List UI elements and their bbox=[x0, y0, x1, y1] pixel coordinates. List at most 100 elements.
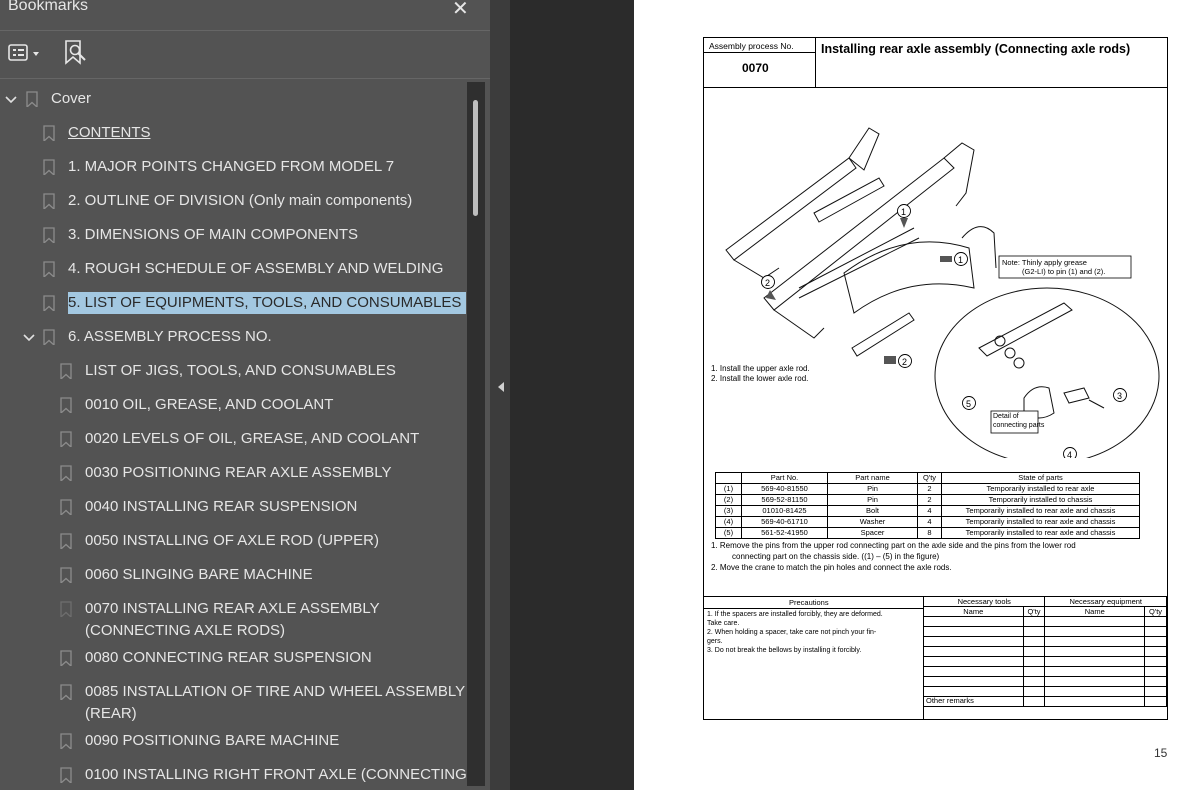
callout-2a: 2 bbox=[765, 278, 771, 288]
cell: Pin bbox=[827, 483, 918, 495]
panel-splitter[interactable] bbox=[490, 0, 510, 790]
chevron-left-icon bbox=[498, 382, 504, 392]
step-b1: 1. Remove the pins from the upper rod co… bbox=[711, 541, 1076, 550]
document-page: Assembly process No. 0070 Installing rea… bbox=[634, 0, 1200, 790]
callout-5: 5 bbox=[966, 399, 972, 409]
bookmark-item[interactable]: 0080 CONNECTING REAR SUSPENSION bbox=[0, 647, 466, 671]
callout-1b: 1 bbox=[958, 255, 964, 265]
bookmark-options-button[interactable] bbox=[8, 41, 44, 65]
bookmark-icon bbox=[60, 499, 72, 515]
bookmark-icon bbox=[43, 295, 55, 311]
chevron-down-icon[interactable] bbox=[4, 93, 18, 107]
callout-4: 4 bbox=[1067, 450, 1073, 460]
parts-table: Part No. Part name Q'ty State of parts (… bbox=[715, 472, 1140, 539]
bookmark-item[interactable]: 0085 INSTALLATION OF TIRE AND WHEEL ASSE… bbox=[0, 681, 466, 727]
bookmark-label: 0020 LEVELS OF OIL, GREASE, AND COOLANT bbox=[85, 430, 420, 447]
cell: (3) bbox=[715, 505, 742, 517]
table-row: (5) 561-52-41950 Spacer 8 Temporarily instal… bbox=[715, 527, 1140, 539]
bookmark-label: 1. MAJOR POINTS CHANGED FROM MODEL 7 bbox=[68, 158, 395, 175]
bookmark-item[interactable]: Cover bbox=[0, 88, 466, 112]
bookmark-item[interactable]: CONTENTS bbox=[0, 122, 466, 146]
table-row: (1) 569-40-81550 Pin 2 Temporarily installed… bbox=[715, 483, 1140, 495]
bookmark-item[interactable]: 0020 LEVELS OF OIL, GREASE, AND COOLANT bbox=[0, 428, 466, 452]
bookmark-item[interactable]: 0070 INSTALLING REAR AXLE ASSEMBLY (CONN… bbox=[0, 598, 466, 644]
cell: (5) bbox=[715, 527, 742, 539]
bookmarks-scrollbar[interactable] bbox=[467, 82, 485, 786]
bookmark-label: 0080 CONNECTING REAR SUSPENSION bbox=[85, 649, 372, 666]
bookmark-item[interactable]: 6. ASSEMBLY PROCESS NO. bbox=[0, 326, 466, 350]
parts-col: State of parts bbox=[941, 472, 1140, 484]
bookmark-icon bbox=[43, 125, 55, 141]
bookmark-item[interactable]: 0010 OIL, GREASE, AND COOLANT bbox=[0, 394, 466, 418]
bookmark-item[interactable]: 0040 INSTALLING REAR SUSPENSION bbox=[0, 496, 466, 520]
bookmark-icon bbox=[60, 733, 72, 749]
bookmark-item[interactable]: 4. ROUGH SCHEDULE OF ASSEMBLY AND WELDIN… bbox=[0, 258, 466, 282]
bookmark-item[interactable]: 0100 INSTALLING RIGHT FRONT AXLE (CONNEC… bbox=[0, 764, 466, 788]
chevron-down-icon[interactable] bbox=[22, 331, 36, 345]
process-no-box: Assembly process No. 0070 bbox=[704, 38, 816, 88]
find-current-bookmark-icon bbox=[65, 40, 86, 65]
bookmark-item[interactable]: LIST OF JIGS, TOOLS, AND CONSUMABLES bbox=[0, 360, 466, 384]
cell: 569-40-81550 bbox=[741, 483, 828, 495]
cell: (2) bbox=[715, 494, 742, 506]
table-row bbox=[923, 626, 1167, 637]
cell: Bolt bbox=[827, 505, 918, 517]
callout-1a: 1 bbox=[901, 207, 907, 217]
parts-col bbox=[715, 472, 742, 484]
cell: (1) bbox=[715, 483, 742, 495]
bookmarks-header: Bookmarks ✕ bbox=[0, 0, 490, 30]
bookmark-item[interactable]: 3. DIMENSIONS OF MAIN COMPONENTS bbox=[0, 224, 466, 248]
bookmark-tree: Cover CONTENTS 1. MAJOR POINTS CHANGED FRO… bbox=[0, 82, 466, 790]
tools-header: Necessary tools bbox=[922, 596, 1046, 607]
bookmark-icon bbox=[43, 261, 55, 277]
cell: Spacer bbox=[827, 527, 918, 539]
bookmark-item[interactable]: 1. MAJOR POINTS CHANGED FROM MODEL 7 bbox=[0, 156, 466, 180]
precaution-line: 2. When holding a spacer, take care not … bbox=[707, 629, 877, 636]
bookmark-icon bbox=[43, 329, 55, 345]
parts-col: Q'ty bbox=[917, 472, 942, 484]
bookmark-label: 6. ASSEMBLY PROCESS NO. bbox=[68, 328, 272, 345]
step-b2: 2. Move the crane to match the pin holes… bbox=[711, 563, 952, 572]
bookmark-item[interactable]: 0030 POSITIONING REAR AXLE ASSEMBLY bbox=[0, 462, 466, 486]
detail-label-line2: connecting parts bbox=[993, 422, 1045, 429]
cell: 4 bbox=[917, 505, 942, 517]
cell: 8 bbox=[917, 527, 942, 539]
cell: Temporarily installed to rear axle and c… bbox=[941, 516, 1140, 528]
find-current-bookmark-button[interactable] bbox=[63, 39, 89, 67]
tools-equipment-table: Necessary tools Necessary equipment Name… bbox=[922, 596, 1167, 707]
table-row: (2) 569-52-81150 Pin 2 Temporarily installed… bbox=[715, 494, 1140, 506]
cell: 01010-81425 bbox=[741, 505, 828, 517]
axle-illustration bbox=[725, 127, 1160, 458]
scrollbar-thumb[interactable] bbox=[473, 100, 478, 216]
pdf-viewer: Bookmarks ✕ Cover CONTENTS 1. MAJOR POIN… bbox=[0, 0, 1200, 790]
bookmark-item[interactable]: 5. LIST OF EQUIPMENTS, TOOLS, AND CONSUM… bbox=[0, 292, 466, 316]
cell: Pin bbox=[827, 494, 918, 506]
cell: Temporarily installed to rear axle bbox=[941, 483, 1140, 495]
bookmark-label: 0010 OIL, GREASE, AND COOLANT bbox=[85, 396, 334, 413]
qty-col: Q'ty bbox=[1022, 606, 1046, 617]
bookmark-label: 0030 POSITIONING REAR AXLE ASSEMBLY bbox=[85, 464, 392, 481]
bookmark-item[interactable]: 0060 SLINGING BARE MACHINE bbox=[0, 564, 466, 588]
bookmark-item[interactable]: 0090 POSITIONING BARE MACHINE bbox=[0, 730, 466, 754]
bookmark-icon bbox=[43, 193, 55, 209]
name-col: Name bbox=[923, 606, 1024, 617]
precaution-line: gers. bbox=[707, 638, 723, 645]
table-row: (4) 569-40-61710 Washer 4 Temporarily instal… bbox=[715, 516, 1140, 528]
table-row bbox=[923, 616, 1167, 627]
bookmark-label: 0100 INSTALLING RIGHT FRONT AXLE (CONNEC… bbox=[85, 766, 466, 783]
bookmark-item[interactable]: 2. OUTLINE OF DIVISION (Only main compon… bbox=[0, 190, 466, 214]
collapse-panel-button[interactable] bbox=[497, 380, 505, 394]
bookmark-icon bbox=[60, 397, 72, 413]
cell: 2 bbox=[917, 494, 942, 506]
bookmarks-toolbar bbox=[0, 31, 490, 77]
step-a1: 1. Install the upper axle rod. bbox=[711, 364, 810, 373]
bookmark-icon bbox=[60, 684, 72, 700]
close-icon[interactable]: ✕ bbox=[452, 0, 469, 21]
table-row bbox=[923, 666, 1167, 677]
precaution-line: Take care. bbox=[707, 620, 740, 627]
bookmark-icon bbox=[43, 227, 55, 243]
callout-2b: 2 bbox=[902, 357, 908, 367]
table-row bbox=[923, 646, 1167, 657]
bookmark-label: 0050 INSTALLING OF AXLE ROD (UPPER) bbox=[85, 532, 379, 549]
bookmark-item[interactable]: 0050 INSTALLING OF AXLE ROD (UPPER) bbox=[0, 530, 466, 554]
